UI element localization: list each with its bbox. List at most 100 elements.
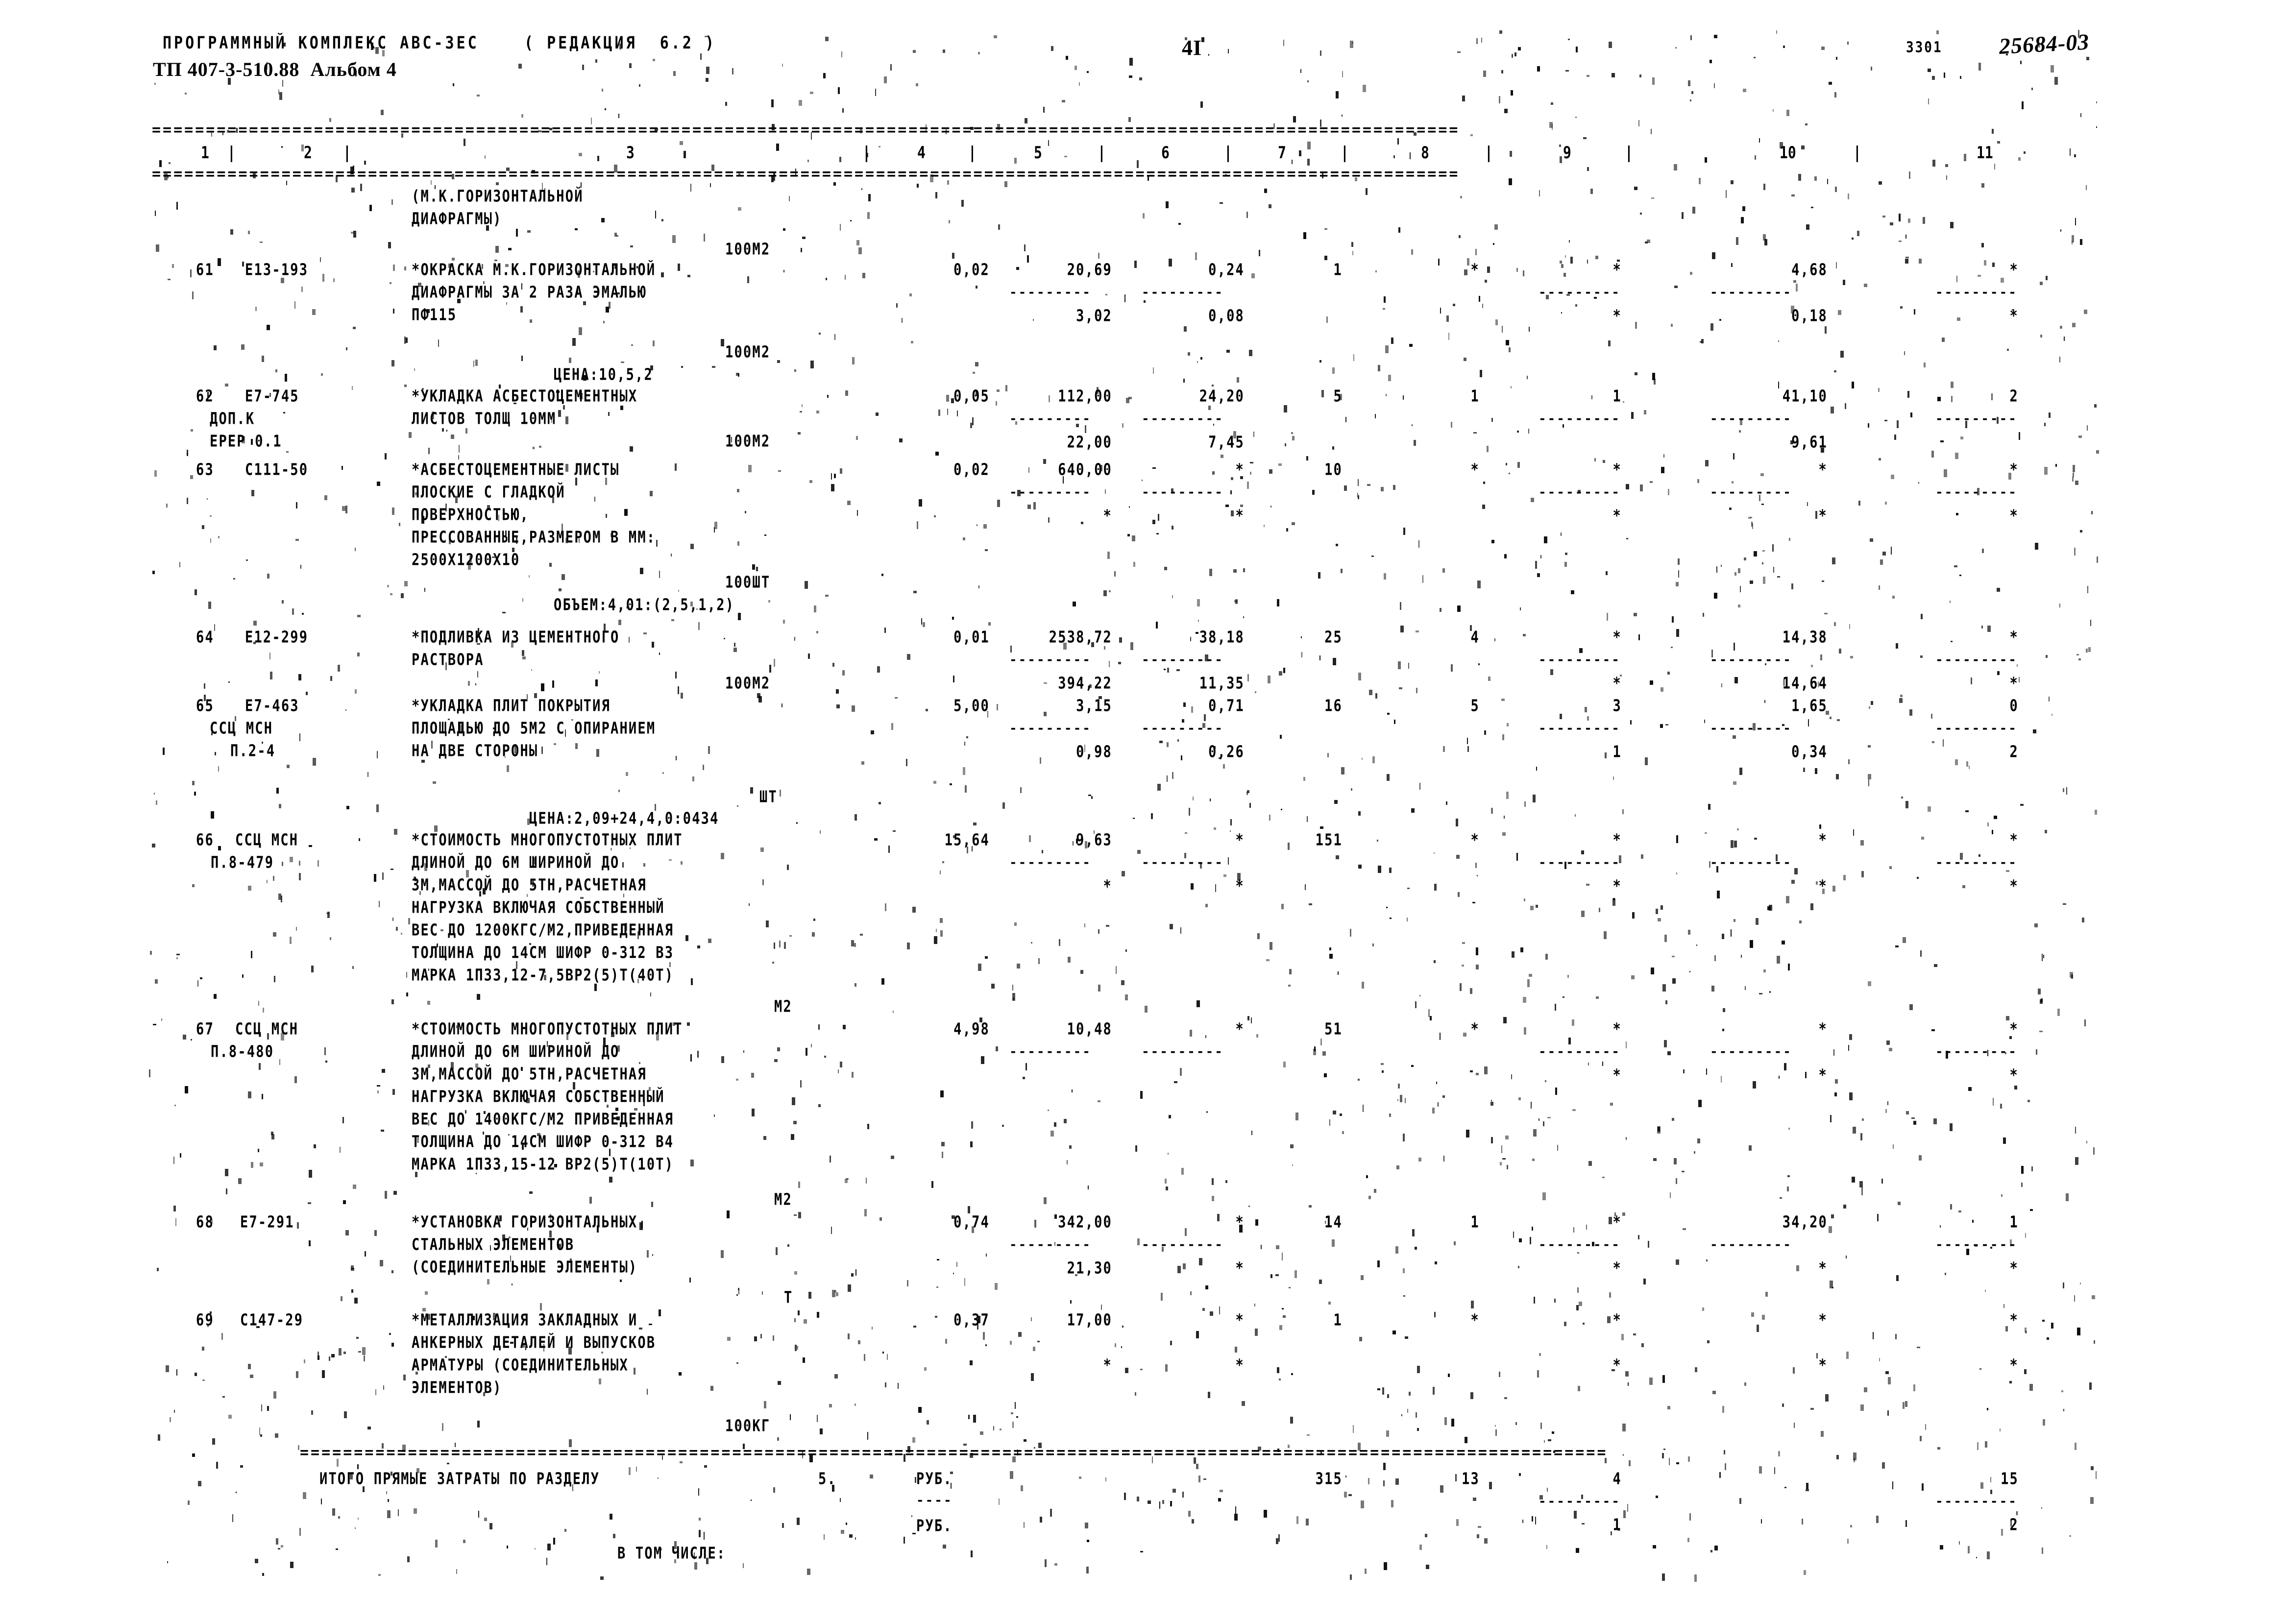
cell-sub-col6: * [1235, 877, 1245, 895]
cell-col4: 15,64 [944, 831, 990, 849]
row-desc-line: МАРКА 1П33,12-7,5ВР2(5)Т(40Т) [412, 966, 674, 985]
cell-dash-col5: --------- [1009, 1237, 1092, 1252]
cell-dash-col9: --------- [1539, 1044, 1621, 1059]
cell-col4: 0,01 [953, 628, 990, 647]
cell-col6: * [1235, 1020, 1245, 1039]
column-header-3: 3 [626, 143, 635, 163]
row-desc-line: 2500X1200X10 [412, 551, 520, 569]
totals-subtotal-label: В ТОМ ЧИСЛЕ: [617, 1544, 726, 1563]
row-desc-line: ПОВЕРХНОСТЬЮ, [412, 506, 529, 524]
cell-sub-col11: * [2009, 1356, 2019, 1375]
cell-sub-col6: * [1235, 507, 1245, 525]
cell-dash-col5: --------- [1009, 855, 1092, 870]
cell-dash-col6: --------- [1142, 411, 1224, 426]
cell-dash-col11: --------- [1935, 1237, 2018, 1252]
cell-col5: 2538,72 [1049, 628, 1112, 647]
row-unit: Т [784, 1288, 793, 1307]
row-code: ССЦ МСН [235, 1020, 299, 1039]
column-header-2: 2 [304, 143, 312, 163]
cell-sub-col5: 394,22 [1058, 674, 1112, 693]
cell-sub-col9: * [1612, 1066, 1622, 1085]
cell-sub-col6: * [1235, 1356, 1245, 1375]
cell-col6: 0,71 [1208, 697, 1245, 715]
totals-col11: 15 [2001, 1470, 2019, 1488]
column-header-8: 8 [1421, 143, 1429, 163]
cell-col8: * [1470, 1020, 1480, 1039]
cell-sub-col10: * [1818, 1356, 1828, 1375]
cell-dash-col11: --------- [1935, 653, 2018, 667]
cell-col10: 14,38 [1782, 628, 1828, 647]
cell-col7: 5 [1333, 387, 1343, 406]
cell-col11: * [2009, 1020, 2019, 1039]
column-sep-8: | [1485, 143, 1493, 163]
cell-sub-col9: * [1612, 1356, 1622, 1375]
row-code: Е7-745 [245, 387, 299, 406]
cell-col11: * [2009, 460, 2019, 479]
row-desc-line: ВЕС ДО 1200КГС/М2,ПРИВЕДЕННАЯ [412, 921, 674, 940]
stamp-number: 3301 [1906, 39, 1943, 56]
cell-col8: * [1470, 460, 1480, 479]
row-desc-line: ПЛОСКИЕ С ГЛАДКОЙ [412, 483, 565, 502]
cell-sub-col11: 2 [2009, 743, 2019, 761]
cell-col11: * [2009, 628, 2019, 647]
cell-dash-col10: --------- [1710, 721, 1792, 736]
cell-col5: 640,00 [1058, 460, 1112, 479]
cell-sub-col11: * [2009, 1259, 2019, 1278]
totals-dash-col11: --------- [1935, 1494, 2018, 1509]
row-desc-line: НАГРУЗКА ВКЛЮЧАЯ СОБСТВЕННЫЙ [412, 898, 665, 917]
column-sep-9: | [1625, 143, 1633, 163]
row-desc-line: ТОЛЩИНА ДО 14СМ ШИФР 0-312 ВЗ [412, 944, 674, 962]
row-number: 65 [196, 697, 214, 715]
cell-col5: 3,15 [1076, 697, 1112, 715]
cell-col5: 10,48 [1067, 1020, 1112, 1039]
row-code3: П.2-4 [230, 742, 276, 760]
column-sep-7: | [1341, 143, 1349, 163]
cell-dash-col9: --------- [1539, 485, 1621, 500]
row-number: 63 [196, 460, 214, 479]
cell-dash-col10: --------- [1710, 411, 1792, 426]
cell-sub-col9: * [1612, 1259, 1622, 1278]
totals-currency-2: РУБ. [916, 1517, 953, 1535]
cell-dash-col6: --------- [1142, 1044, 1224, 1059]
row-desc-line: 3М,МАССОЙ ДО 5ТН,РАСЧЕТНАЯ [412, 876, 647, 895]
totals-currency-rule: ---- [916, 1493, 953, 1508]
row-desc-line: ЛИСТОВ ТОЛЩ 10ММ [412, 410, 557, 428]
cell-dash-col11: --------- [1935, 411, 2018, 426]
cell-col10: * [1818, 831, 1828, 849]
cell-dash-col11: --------- [1935, 285, 2018, 300]
cell-dash-col6: --------- [1142, 285, 1224, 300]
row-unit: М2 [774, 1190, 792, 1209]
table-header-separator: ========================================… [152, 166, 1460, 183]
column-sep-1: | [227, 143, 236, 163]
cell-col11: 2 [2009, 387, 2019, 406]
column-sep-4: | [968, 143, 977, 163]
totals-separator: ========================================… [300, 1444, 1608, 1461]
row-number: 61 [196, 261, 214, 279]
cell-col9: * [1612, 1020, 1622, 1039]
row-unit: М2 [774, 997, 792, 1016]
cell-dash-col5: --------- [1009, 411, 1092, 426]
cell-sub-col6: 0,08 [1208, 307, 1245, 325]
cell-col8: 1 [1470, 387, 1480, 406]
cell-dash-col9: --------- [1539, 721, 1621, 736]
cell-sub-col5: 22,00 [1067, 433, 1112, 452]
cell-dash-col11: --------- [1935, 855, 2018, 870]
column-sep-5: | [1098, 143, 1106, 163]
row-code2: П.8-480 [211, 1042, 274, 1061]
row-desc-line: *УКЛАДКА АСБЕСТОЦЕМЕНТНЫХ [412, 387, 638, 406]
totals-col8: 13 [1462, 1470, 1480, 1488]
totals-dash-col9: --------- [1539, 1494, 1621, 1509]
cell-col5: 17,00 [1067, 1311, 1112, 1330]
cell-col5: 342,00 [1058, 1213, 1112, 1232]
cell-sub-col10: * [1818, 1259, 1828, 1278]
totals-sub-col9: 1 [1612, 1516, 1622, 1534]
cell-col8: 5 [1470, 697, 1480, 715]
table-top-separator: ========================================… [152, 121, 1460, 139]
cell-col7: 14 [1324, 1213, 1343, 1232]
cell-sub-col11: * [2009, 877, 2019, 895]
cell-sub-col10: 14,64 [1782, 674, 1828, 693]
cell-col9: 3 [1612, 697, 1622, 715]
row-desc-line: ДЛИНОЙ ДО 6М ШИРИНОЙ ДО [412, 853, 620, 872]
row-desc-line: ПРЕССОВАННЫЕ,РАЗМЕРОМ В ММ: [412, 528, 656, 547]
row-desc-line: РАСТВОРА [412, 651, 484, 669]
